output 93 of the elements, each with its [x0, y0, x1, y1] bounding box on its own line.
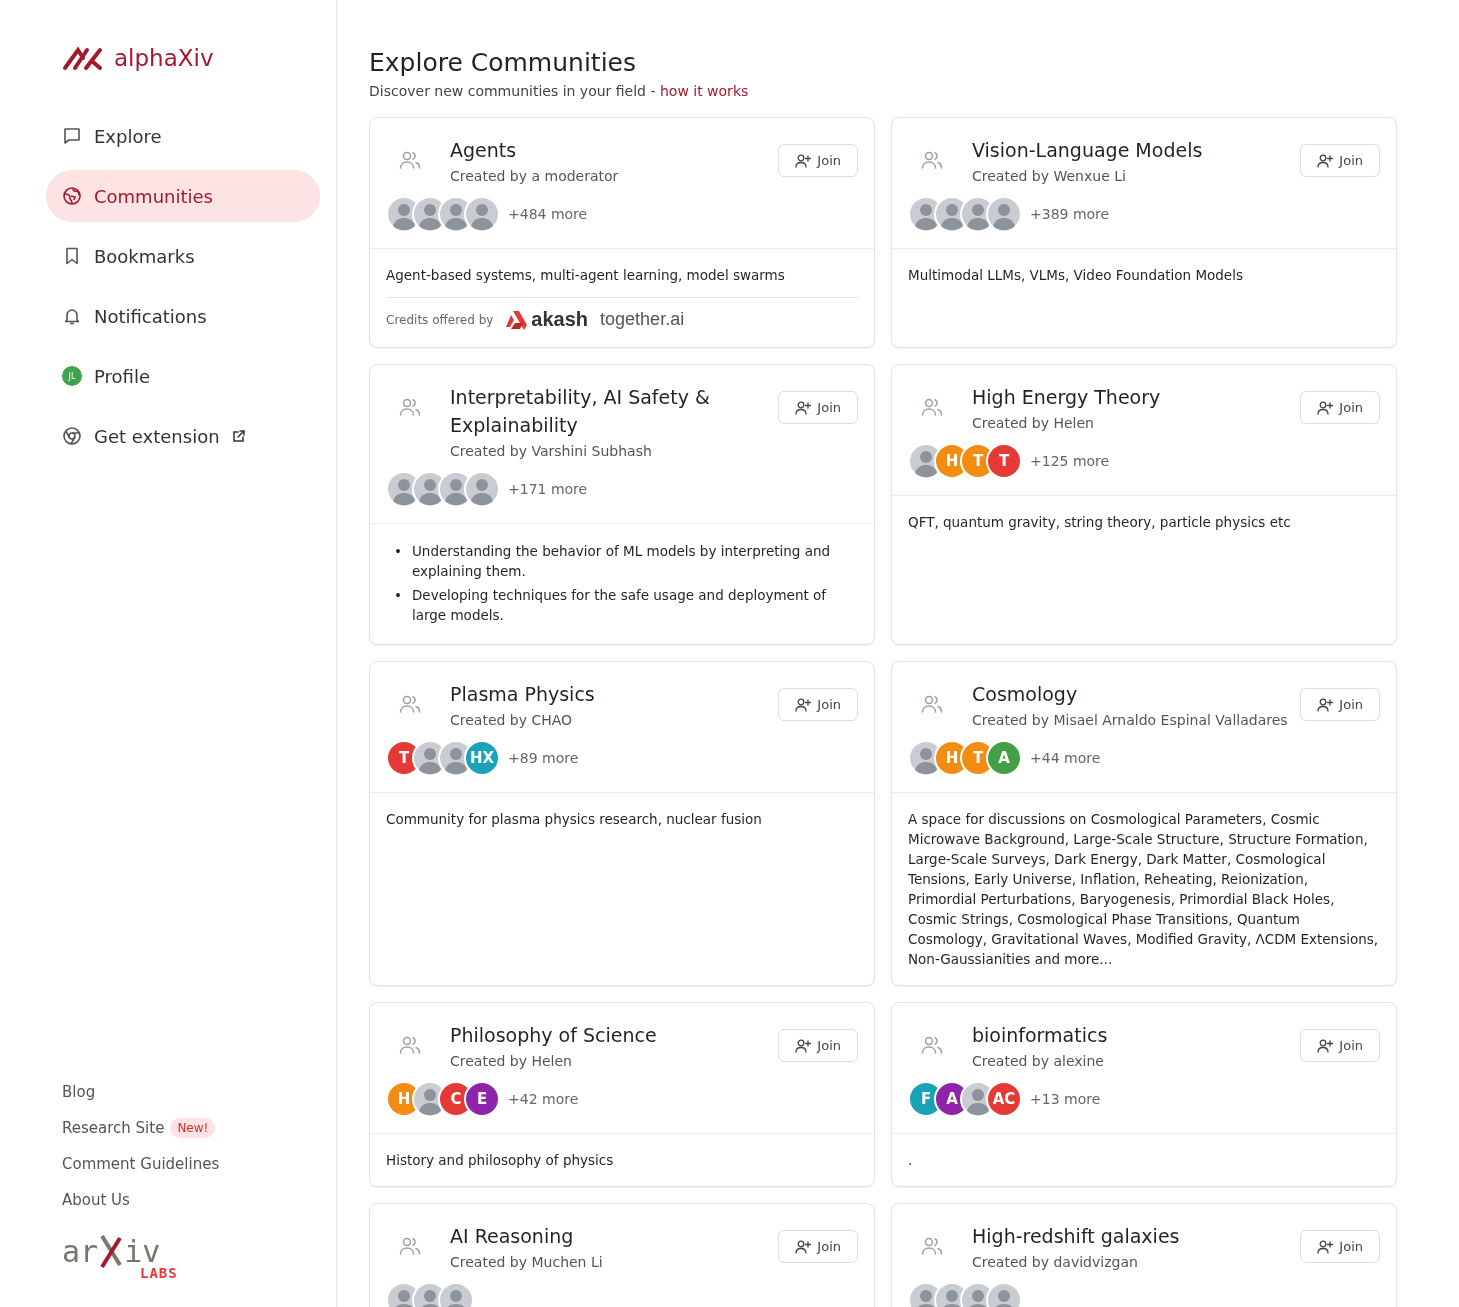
community-description: History and philosophy of physics: [386, 1151, 615, 1170]
avatar-icon: [464, 196, 500, 232]
footer-link[interactable]: Blog: [62, 1083, 96, 1101]
page-title: Explore Communities: [369, 48, 637, 77]
sponsor-logo: akash: [531, 308, 589, 331]
member-count: +42 more: [508, 1091, 579, 1107]
join-button[interactable]: Join: [1300, 144, 1380, 177]
user-plus-icon: [795, 1038, 812, 1053]
avatar-icon: [464, 471, 500, 507]
member-count: +171 more: [508, 481, 588, 497]
community-title[interactable]: Philosophy of Science: [450, 1021, 779, 1049]
footer-link[interactable]: Comment Guidelines: [62, 1155, 220, 1173]
member-count: +125 more: [1030, 453, 1110, 469]
avatar-icon: [986, 196, 1022, 232]
community-title[interactable]: High Energy Theory: [972, 383, 1301, 411]
community-title[interactable]: Interpretability, AI Safety & Explainability: [450, 383, 779, 439]
user-plus-icon: [795, 153, 812, 168]
community-title[interactable]: Plasma Physics: [450, 680, 779, 708]
creator-text: Created by a moderator: [450, 168, 620, 184]
bullet-marker: •: [394, 586, 402, 605]
chat-icon: [62, 126, 82, 146]
logo-icon: [62, 44, 104, 72]
nav-item[interactable]: JL Profile: [46, 350, 320, 402]
user-plus-icon: [1317, 1239, 1334, 1254]
community-description: .: [908, 1151, 914, 1170]
page-subtitle: Discover new communities in your field -: [369, 83, 657, 99]
new-badge: New!: [170, 1118, 216, 1138]
member-count: +389 more: [1030, 206, 1110, 222]
creator-text: Created by Muchen Li: [450, 1254, 604, 1270]
member-count: +44 more: [1030, 750, 1101, 766]
user-plus-icon: [1317, 400, 1334, 415]
description-bullet: Developing techniques for the safe usage and deployment of large models.: [411, 586, 828, 625]
footer-link[interactable]: About Us: [62, 1191, 130, 1209]
letter-avatar: T: [986, 443, 1022, 479]
community-title[interactable]: Cosmology: [972, 680, 1301, 708]
member-count: +484 more: [508, 206, 588, 222]
join-button[interactable]: Join: [778, 1029, 858, 1062]
community-title[interactable]: bioinformatics: [972, 1021, 1301, 1049]
community-description: Multimodal LLMs, VLMs, Video Foundation Models: [908, 266, 1244, 285]
nav-item[interactable]: Notifications: [46, 290, 320, 342]
community-title[interactable]: AI Reasoning: [450, 1222, 779, 1250]
bell-icon: [62, 306, 82, 326]
creator-text: Created by Varshini Subhash: [450, 443, 653, 459]
triangle-logo-icon: [505, 309, 528, 330]
bullet-marker: •: [394, 542, 402, 561]
user-plus-icon: [795, 697, 812, 712]
letter-avatar: AC: [986, 1081, 1022, 1117]
labs-logo[interactable]: ar iv LABS: [62, 1235, 178, 1281]
nav-item[interactable]: Get extension: [46, 410, 320, 462]
community-description: Community for plasma physics research, nuclear fusion: [386, 810, 763, 829]
letter-avatar: E: [464, 1081, 500, 1117]
how-it-works-link[interactable]: how it works: [659, 83, 749, 99]
profile-avatar: JL: [62, 366, 82, 386]
user-plus-icon: [795, 1239, 812, 1254]
join-button[interactable]: Join: [778, 391, 858, 424]
letter-avatar: A: [986, 740, 1022, 776]
join-button[interactable]: Join: [1300, 1029, 1380, 1062]
member-count: +13 more: [1030, 1091, 1101, 1107]
sponsor-logo: together.ai: [600, 309, 685, 330]
member-count: +89 more: [508, 750, 579, 766]
community-title[interactable]: Vision-Language Models: [972, 136, 1301, 164]
letter-avatar: HX: [464, 740, 500, 776]
community-title[interactable]: Agents: [450, 136, 779, 164]
user-plus-icon: [1317, 697, 1334, 712]
creator-text: Created by alexine: [972, 1053, 1105, 1069]
nav-item[interactable]: Explore: [46, 110, 320, 162]
nav-item[interactable]: Communities: [46, 170, 320, 222]
community-description: Agent-based systems, multi-agent learning, model swarms: [386, 266, 786, 285]
globe-icon: [62, 186, 82, 206]
join-button[interactable]: Join: [1300, 1230, 1380, 1263]
chrome-icon: [62, 426, 82, 446]
join-button[interactable]: Join: [1300, 391, 1380, 424]
user-plus-icon: [795, 400, 812, 415]
community-title[interactable]: High-redshift galaxies: [972, 1222, 1301, 1250]
logo-text[interactable]: alphaXiv: [114, 45, 214, 71]
footer-link[interactable]: Research Site: [62, 1119, 165, 1137]
creator-text: Created by Helen: [450, 1053, 573, 1069]
join-button[interactable]: Join: [778, 688, 858, 721]
nav-item[interactable]: Bookmarks: [46, 230, 320, 282]
community-description: A space for discussions on Cosmological Parameters, Cosmic Microwave Background, Large-Scale Structure, Structure Formation, Large-Scale Surveys, Dark Energy, Dark Matter, Cosmological Tensions, Early Universe, Inflation, Reheating, Reionization, Primordial Perturbations, Baryogenesis, Primordial Black Holes, Cosmic Strings, Cosmological Phase Transitions, Quantum Cosmology, Gravitational Waves, Modified Gravity, ΛCDM Extensions, Non-Gaussianities and more...: [908, 810, 1380, 969]
user-plus-icon: [1317, 1038, 1334, 1053]
description-bullet: Understanding the behavior of ML models by interpreting and explaining them.: [411, 542, 832, 581]
creator-text: Created by Wenxue Li: [972, 168, 1127, 184]
join-button[interactable]: Join: [1300, 688, 1380, 721]
credits-label: Credits offered by: [386, 312, 494, 327]
creator-text: Created by Misael Arnaldo Espinal Valladares: [972, 712, 1289, 728]
creator-text: Created by Helen: [972, 415, 1095, 431]
join-button[interactable]: Join: [778, 1230, 858, 1263]
creator-text: Created by davidvizgan: [972, 1254, 1139, 1270]
creator-text: Created by CHAO: [450, 712, 574, 728]
join-button[interactable]: Join: [778, 144, 858, 177]
user-plus-icon: [1317, 153, 1334, 168]
community-description: QFT, quantum gravity, string theory, particle physics etc: [908, 513, 1292, 532]
